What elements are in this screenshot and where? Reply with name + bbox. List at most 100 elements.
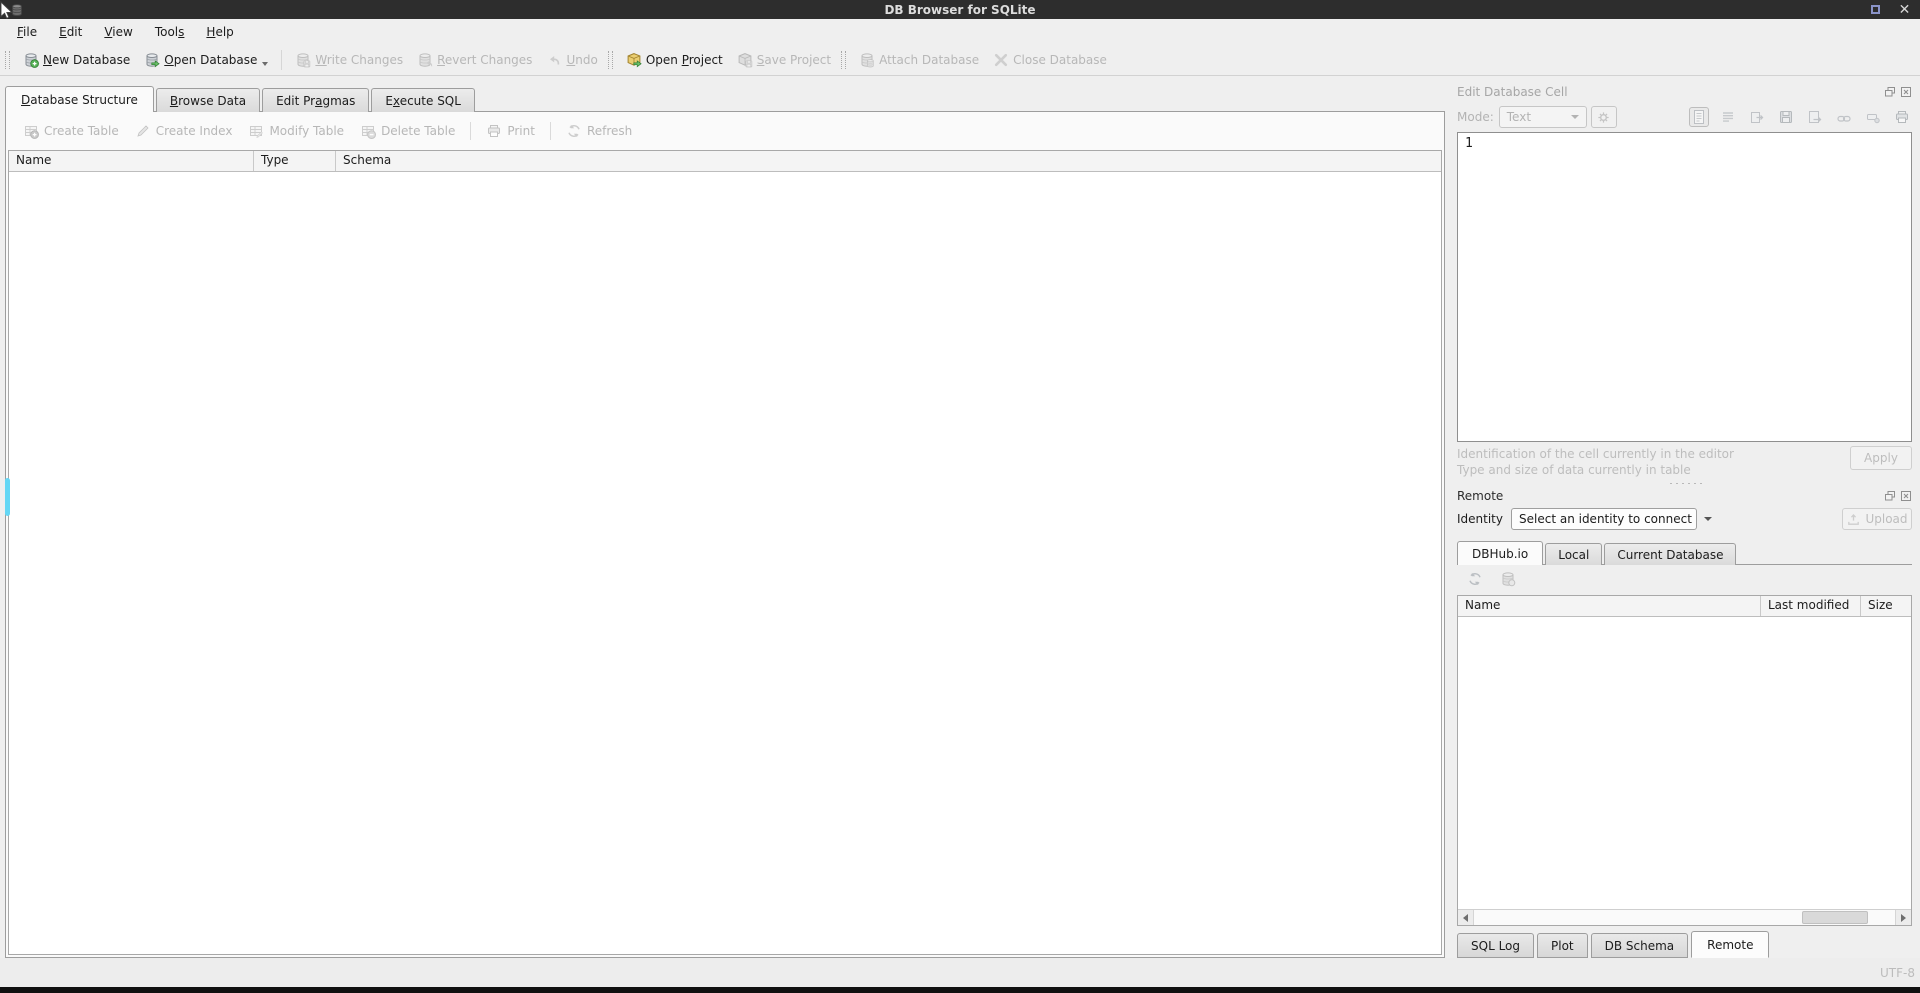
save-icon — [1778, 109, 1794, 125]
open-database-button[interactable]: Open Database — [137, 49, 275, 71]
dock-close-icon[interactable] — [1900, 86, 1912, 98]
remote-dock-titlebar[interactable]: Remote — [1457, 488, 1912, 503]
tab-db-schema[interactable]: DB Schema — [1591, 933, 1689, 958]
maximize-button[interactable] — [1869, 3, 1882, 16]
dbhub-panel: Name Last modified Size — [1457, 564, 1912, 926]
column-header-size[interactable]: Size — [1861, 596, 1911, 616]
create-table-icon — [23, 123, 39, 139]
scrollbar-track[interactable] — [1474, 910, 1895, 925]
refresh-icon — [1467, 571, 1483, 587]
import-data-button[interactable] — [1747, 107, 1767, 127]
structure-tree-header: Name Type Schema — [9, 151, 1441, 172]
column-header-name[interactable]: Name — [1458, 596, 1761, 616]
menu-file[interactable]: File — [6, 22, 48, 42]
separator — [550, 122, 551, 140]
open-external-button[interactable] — [1834, 107, 1854, 127]
export-data-button[interactable] — [1805, 107, 1825, 127]
save-project-icon — [737, 52, 753, 68]
maximize-icon — [1871, 5, 1880, 14]
remote-tabbar: DBHub.io Local Current Database — [1457, 538, 1912, 564]
word-wrap-button[interactable] — [1718, 107, 1738, 127]
column-header-name[interactable]: Name — [9, 151, 254, 171]
cell-editor[interactable]: 1 — [1457, 132, 1912, 442]
mode-combobox[interactable]: Text — [1499, 106, 1587, 128]
column-header-last-modified[interactable]: Last modified — [1761, 596, 1861, 616]
tab-local[interactable]: Local — [1545, 543, 1602, 565]
dock-close-icon[interactable] — [1900, 490, 1912, 502]
dock-float-icon[interactable] — [1884, 86, 1896, 98]
dock-splitter[interactable] — [1457, 478, 1912, 488]
toolbar-drag-handle[interactable] — [608, 51, 613, 69]
cell-identification-text: Identification of the cell currently in … — [1457, 446, 1734, 462]
attach-database-button[interactable]: Attach Database — [852, 49, 986, 71]
main-toolbar: New Database Open Database Write Changes… — [0, 45, 1920, 76]
tab-plot[interactable]: Plot — [1537, 933, 1588, 958]
remote-table-body[interactable] — [1458, 617, 1911, 909]
database-structure-page: Create Table Create Index Modify Table D… — [5, 111, 1445, 958]
tab-edit-pragmas[interactable]: Edit Pragmas — [262, 88, 369, 112]
encoding-indicator[interactable]: UTF-8 — [1880, 966, 1915, 980]
toolbar-separator — [281, 50, 282, 70]
create-table-button[interactable]: Create Table — [15, 120, 127, 142]
tab-database-structure[interactable]: Database Structure — [5, 86, 154, 112]
revert-changes-button[interactable]: Revert Changes — [410, 49, 539, 71]
chevron-down-icon — [1571, 115, 1579, 119]
open-database-dropdown-arrow[interactable] — [262, 62, 268, 66]
write-changes-button[interactable]: Write Changes — [288, 49, 410, 71]
structure-tree-body[interactable] — [9, 172, 1441, 954]
upload-button[interactable]: Upload — [1842, 508, 1912, 530]
tab-browse-data[interactable]: Browse Data — [156, 88, 260, 112]
text-mode-icon — [1691, 109, 1707, 125]
main-tabbar: Database Structure Browse Data Edit Prag… — [0, 84, 1449, 111]
menu-tools[interactable]: Tools — [144, 22, 196, 42]
tab-execute-sql[interactable]: Execute SQL — [371, 88, 475, 112]
remote-clone-database-button[interactable] — [1498, 569, 1518, 589]
new-database-button[interactable]: New Database — [16, 49, 137, 71]
dock-area: Edit Database Cell Mode: Text — [1449, 76, 1920, 958]
tab-dbhub[interactable]: DBHub.io — [1457, 541, 1543, 565]
toolbar-drag-handle[interactable] — [5, 51, 10, 69]
titlebar[interactable]: DB Browser for SQLite ✕ — [0, 0, 1920, 19]
remote-refresh-button[interactable] — [1465, 569, 1485, 589]
tab-remote[interactable]: Remote — [1691, 931, 1769, 958]
save-project-button[interactable]: Save Project — [730, 49, 838, 71]
close-button[interactable]: ✕ — [1898, 3, 1911, 16]
horizontal-scrollbar[interactable] — [1458, 909, 1911, 925]
tab-current-database[interactable]: Current Database — [1604, 543, 1736, 565]
text-mode-button[interactable] — [1689, 107, 1709, 127]
set-null-button[interactable] — [1863, 107, 1883, 127]
print-button[interactable]: Print — [478, 120, 543, 142]
column-header-schema[interactable]: Schema — [336, 151, 1441, 171]
undo-button[interactable]: Undo — [539, 49, 604, 71]
create-index-button[interactable]: Create Index — [127, 120, 241, 142]
modify-table-button[interactable]: Modify Table — [240, 120, 352, 142]
close-database-icon — [993, 52, 1009, 68]
menu-help[interactable]: Help — [195, 22, 244, 42]
dock-float-icon[interactable] — [1884, 490, 1896, 502]
close-database-button[interactable]: Close Database — [986, 49, 1114, 71]
apply-button[interactable]: Apply — [1850, 446, 1912, 470]
set-null-icon — [1865, 109, 1881, 125]
export-icon — [1807, 109, 1823, 125]
scrollbar-thumb[interactable] — [1802, 911, 1867, 924]
open-project-button[interactable]: Open Project — [619, 49, 730, 71]
scroll-left-arrow[interactable] — [1458, 910, 1474, 925]
word-wrap-icon — [1720, 109, 1736, 125]
tab-sql-log[interactable]: SQL Log — [1457, 933, 1534, 958]
auto-switch-mode-button[interactable] — [1591, 106, 1617, 128]
delete-table-button[interactable]: Delete Table — [352, 120, 463, 142]
menu-view[interactable]: View — [93, 22, 143, 42]
print-cell-button[interactable] — [1892, 107, 1912, 127]
scroll-right-arrow[interactable] — [1895, 910, 1911, 925]
toolbar-drag-handle[interactable] — [841, 51, 846, 69]
remote-dock-title: Remote — [1457, 489, 1503, 503]
edit-cell-dock-titlebar[interactable]: Edit Database Cell — [1457, 84, 1912, 99]
column-header-type[interactable]: Type — [254, 151, 336, 171]
link-icon — [1836, 109, 1852, 125]
identity-combobox[interactable]: Select an identity to connect — [1511, 508, 1697, 530]
modify-table-icon — [248, 123, 264, 139]
undo-icon — [546, 52, 562, 68]
save-data-button[interactable] — [1776, 107, 1796, 127]
menu-edit[interactable]: Edit — [48, 22, 93, 42]
refresh-button[interactable]: Refresh — [558, 120, 640, 142]
